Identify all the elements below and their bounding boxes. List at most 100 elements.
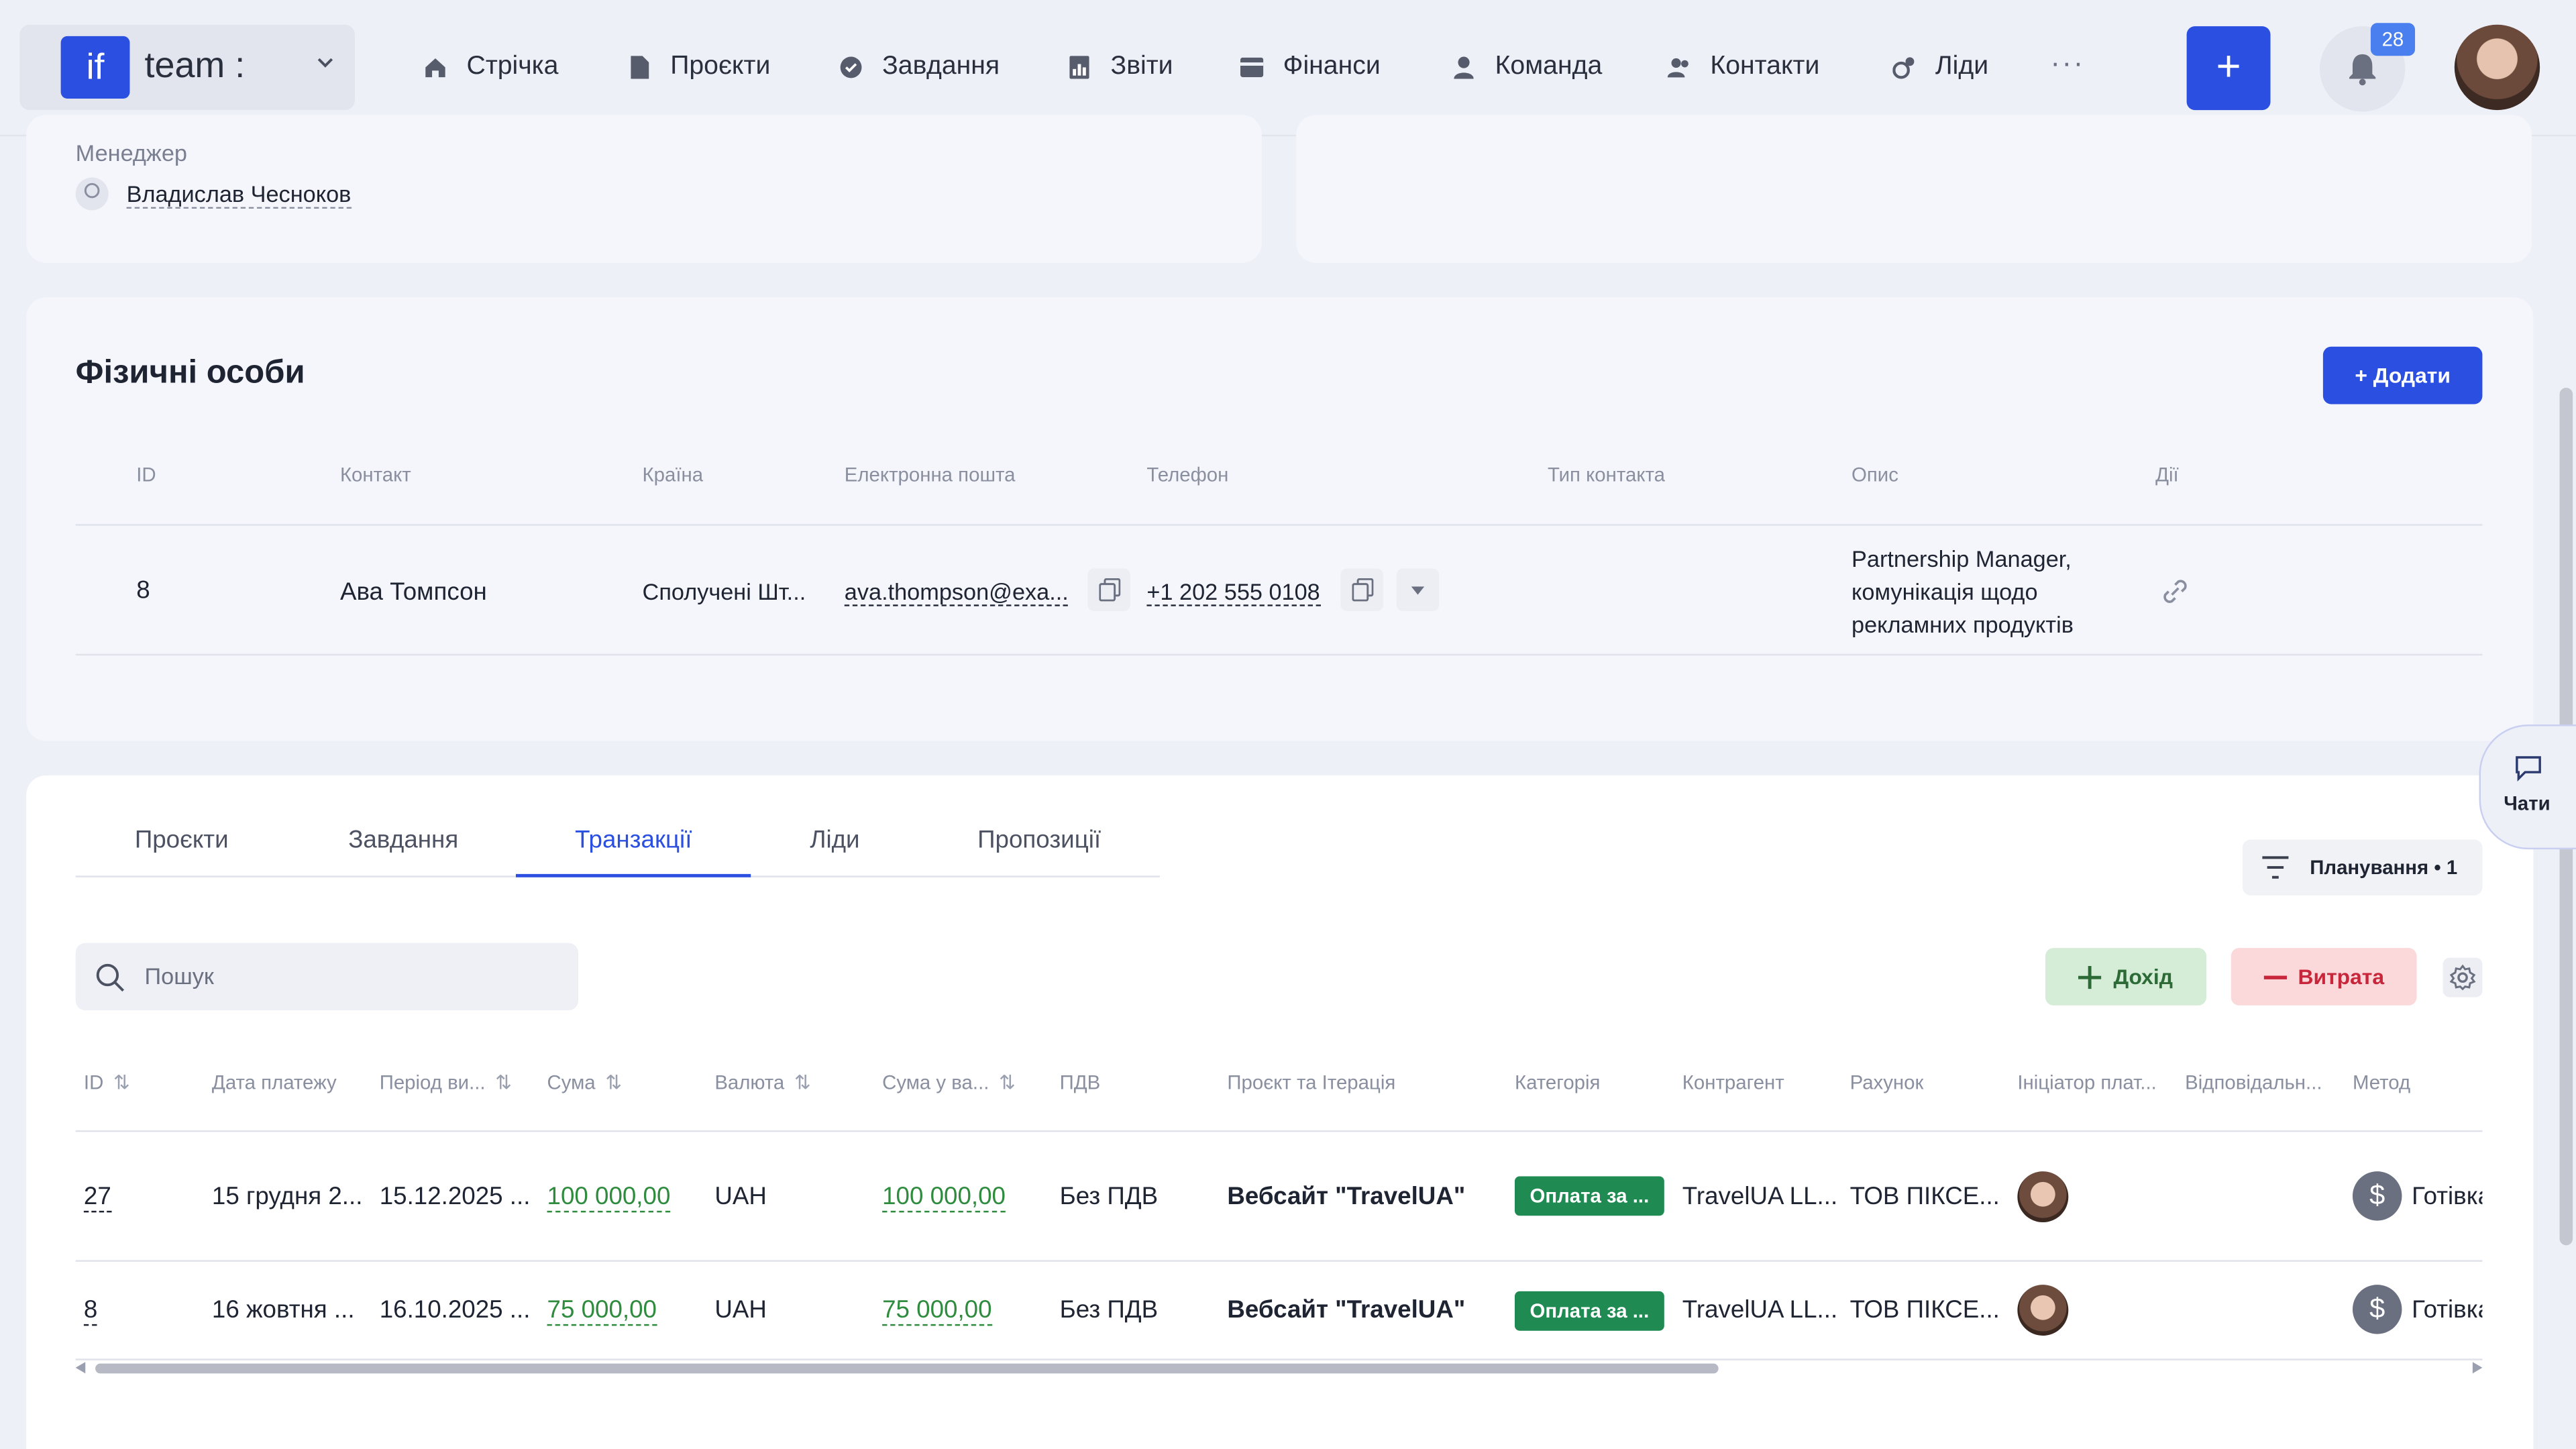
tx-col-initiator[interactable]: Ініціатор плат... (2017, 1071, 2156, 1094)
tab-projects[interactable]: Проєкти (135, 826, 229, 855)
description-line: Partnership Manager, (1851, 545, 2072, 572)
tx-col-account[interactable]: Рахунок (1850, 1071, 1924, 1094)
contacts-icon (1667, 56, 1690, 78)
add-income-button[interactable]: Дохід (2045, 948, 2207, 1006)
caret-down-icon (1411, 586, 1425, 594)
tx-currency: UAH (714, 1183, 767, 1211)
cash-method-icon: $ (2352, 1285, 2402, 1334)
plus-icon (2079, 965, 2102, 989)
tx-col-period[interactable]: Період ви... ⇅ (380, 1071, 512, 1094)
tx-amount[interactable]: 75 000,00 (547, 1296, 657, 1326)
tx-col-amount[interactable]: Сума ⇅ (547, 1071, 623, 1094)
nav-item-reports[interactable]: Звіти (1068, 49, 1173, 85)
nav-item-label: Контакти (1710, 52, 1820, 81)
tx-col-responsible[interactable]: Відповідальн... (2185, 1071, 2322, 1094)
nav-item-feed[interactable]: Стрічка (424, 49, 558, 85)
tab-leads[interactable]: Ліди (810, 826, 859, 855)
chats-button[interactable]: Чати (2479, 724, 2576, 850)
phone-dropdown-button[interactable] (1396, 568, 1440, 612)
nav-item-finance[interactable]: Фінанси (1240, 49, 1381, 85)
sort-icon: ⇅ (113, 1071, 130, 1095)
description-line: комунікація щодо (1851, 578, 2038, 605)
manager-avatar (75, 177, 109, 211)
add-individual-button[interactable]: + Додати (2322, 346, 2483, 405)
project-info-card: Менеджер Владислав Чесноков (26, 115, 1262, 263)
nav-item-tasks[interactable]: Завдання (839, 49, 1000, 85)
tx-col-method[interactable]: Метод (2353, 1071, 2410, 1094)
individuals-card (26, 297, 2534, 741)
sort-icon: ⇅ (605, 1071, 623, 1095)
workspace-switcher[interactable]: if team : (19, 24, 355, 111)
tx-col-currency[interactable]: Валюта ⇅ (714, 1071, 810, 1094)
user-avatar[interactable] (2454, 24, 2540, 111)
tx-amount-in-currency[interactable]: 100 000,00 (882, 1183, 1006, 1213)
tab-transactions[interactable]: Транзакції (575, 826, 692, 855)
more-menu-icon[interactable]: ··· (2050, 46, 2084, 80)
tab-proposals[interactable]: Пропозиції (977, 826, 1101, 855)
tx-id[interactable]: 8 (83, 1296, 98, 1326)
sort-icon: ⇅ (495, 1071, 512, 1095)
copy-phone-button[interactable] (1340, 568, 1384, 612)
tab-tasks[interactable]: Завдання (348, 826, 458, 855)
copy-email-button[interactable] (1087, 568, 1130, 612)
divider (75, 1260, 2483, 1262)
nav-item-team[interactable]: Команда (1452, 49, 1602, 85)
tx-counterparty[interactable]: TravelUA LL... (1682, 1296, 1837, 1324)
col-header-description: Опис (1851, 463, 1898, 486)
col-header-contact-type: Тип контакта (1547, 463, 1666, 486)
tx-account: ТОВ ПІКСЕ... (1849, 1183, 2000, 1211)
filter-label: Планування • 1 (2310, 855, 2458, 879)
nav-item-leads[interactable]: Ліди (1892, 49, 1988, 85)
initiator-avatar (2017, 1285, 2069, 1336)
individual-contact[interactable]: Ава Томпсон (340, 578, 487, 606)
side-info-card (1296, 115, 2532, 263)
create-button[interactable]: + (2186, 26, 2271, 111)
planning-filter-button[interactable]: Планування • 1 (2242, 839, 2483, 896)
tx-amount-in-currency[interactable]: 75 000,00 (882, 1296, 992, 1326)
tx-currency: UAH (714, 1296, 767, 1324)
tx-project[interactable]: Вебсайт "TravelUA" (1227, 1296, 1465, 1324)
nav-item-label: Фінанси (1283, 52, 1381, 81)
individual-phone[interactable]: +1 202 555 0108 (1146, 578, 1320, 606)
nav-item-projects[interactable]: Проєкти (628, 49, 771, 85)
individual-email[interactable]: ava.thompson@exa... (844, 578, 1069, 606)
tx-col-counterparty[interactable]: Контрагент (1682, 1071, 1784, 1094)
filter-icon (2262, 856, 2289, 879)
tx-col-category[interactable]: Категорія (1515, 1071, 1601, 1094)
copy-icon (1098, 578, 1120, 602)
tx-id[interactable]: 27 (83, 1183, 111, 1213)
document-icon (628, 56, 651, 79)
tx-category-badge: Оплата за ... (1514, 1176, 1664, 1216)
individuals-title: Фізичні особи (75, 354, 305, 391)
nav-item-contacts[interactable]: Контакти (1667, 49, 1820, 85)
cash-method-icon: $ (2352, 1171, 2402, 1221)
report-icon (1068, 56, 1091, 79)
tx-col-amount-in-currency[interactable]: Сума у ва... ⇅ (882, 1071, 1016, 1094)
tx-date: 15 грудня 2... (211, 1183, 363, 1211)
gear-icon (2449, 964, 2476, 991)
individual-country: Сполучені Шт... (642, 578, 806, 605)
nav-item-label: Завдання (882, 52, 1000, 81)
tx-amount[interactable]: 100 000,00 (547, 1183, 671, 1213)
divider (75, 524, 2483, 526)
manager-name-link[interactable]: Владислав Чесноков (126, 180, 352, 209)
nav-item-label: Проєкти (670, 52, 771, 81)
tx-counterparty[interactable]: TravelUA LL... (1682, 1183, 1837, 1211)
tx-col-project[interactable]: Проєкт та Ітерація (1227, 1071, 1395, 1094)
horizontal-scroll-thumb[interactable] (95, 1363, 1719, 1374)
search-input[interactable]: Пошук (75, 943, 579, 1011)
sort-icon: ⇅ (794, 1071, 811, 1095)
individual-id: 8 (136, 576, 150, 605)
tx-project[interactable]: Вебсайт "TravelUA" (1227, 1183, 1465, 1211)
add-expense-button[interactable]: Витрата (2231, 948, 2417, 1006)
tx-col-date[interactable]: Дата платежу (212, 1071, 337, 1094)
unlink-icon[interactable] (2160, 577, 2190, 614)
tx-col-id[interactable]: ID ⇅ (84, 1071, 130, 1094)
tx-col-vat[interactable]: ПДВ (1060, 1071, 1101, 1094)
table-settings-button[interactable] (2443, 957, 2483, 998)
income-label: Дохід (2113, 964, 2173, 989)
chats-label: Чати (2504, 792, 2551, 815)
sort-icon: ⇅ (999, 1071, 1016, 1095)
expense-label: Витрата (2298, 964, 2385, 989)
description-line: рекламних продуктів (1851, 611, 2074, 638)
